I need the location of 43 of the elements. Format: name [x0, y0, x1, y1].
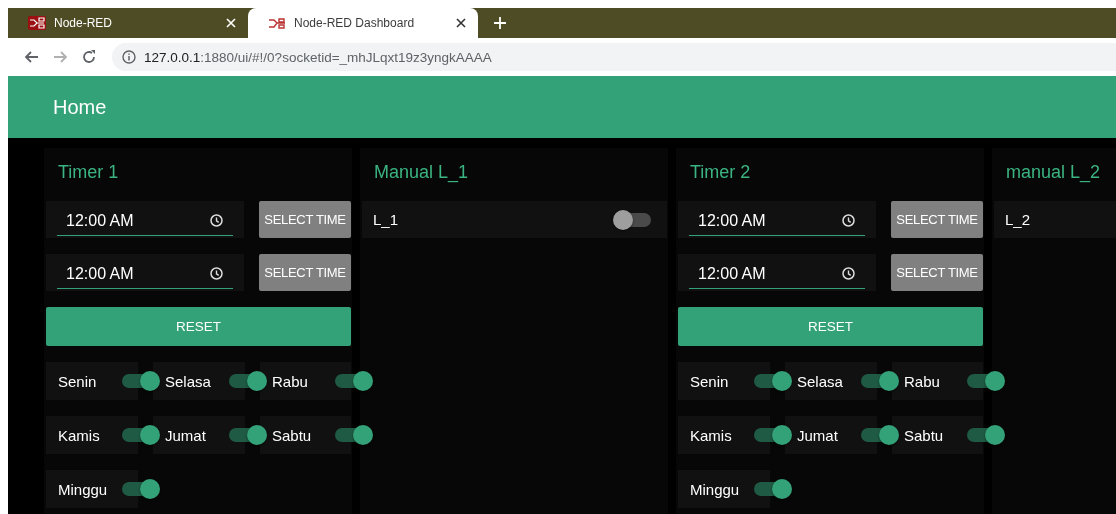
- group-title: Timer 1: [58, 161, 119, 183]
- clock-icon[interactable]: [210, 267, 223, 280]
- new-tab-icon[interactable]: [494, 17, 506, 29]
- clock-icon[interactable]: [842, 214, 855, 227]
- switch-label: L_1: [373, 211, 399, 228]
- switch-label: Minggu: [58, 480, 108, 498]
- browser-tab[interactable]: Node-RED: [8, 8, 248, 38]
- switch-label: L_2: [1005, 211, 1031, 228]
- switch-label: Jumat: [797, 426, 838, 444]
- clock-icon[interactable]: [842, 267, 855, 280]
- page-title: Home: [53, 95, 107, 119]
- switch-label: Sabtu: [904, 426, 944, 444]
- flow-icon: [268, 16, 286, 30]
- switch-label: Selasa: [165, 372, 211, 390]
- switch-label: Rabu: [904, 372, 940, 390]
- switch-label: Kamis: [690, 426, 732, 444]
- select-time-button[interactable]: SELECT TIME: [259, 254, 351, 291]
- switch-label: Senin: [690, 372, 729, 390]
- switch-label: Jumat: [165, 426, 206, 444]
- info-icon[interactable]: [122, 50, 136, 64]
- clock-icon[interactable]: [210, 214, 223, 227]
- back-icon[interactable]: [24, 50, 39, 64]
- reload-icon[interactable]: [82, 50, 96, 64]
- select-time-button[interactable]: SELECT TIME: [259, 201, 351, 238]
- flow-icon: [28, 16, 46, 30]
- address-field[interactable]: 127.0.0.1:1880/ui/#!/0?socketid=_mhJLqxt19z3yngkAAAA: [144, 49, 492, 65]
- time-field[interactable]: 12:00 AM: [689, 206, 865, 236]
- switch-label: Minggu: [690, 480, 740, 498]
- switch-label: Sabtu: [272, 426, 312, 444]
- time-field[interactable]: 12:00 AM: [57, 259, 233, 289]
- time-field[interactable]: 12:00 AM: [57, 206, 233, 236]
- group-title: Timer 2: [690, 161, 751, 183]
- switch-label: Kamis: [58, 426, 100, 444]
- time-field[interactable]: 12:00 AM: [689, 259, 865, 289]
- group-title: Manual L_1: [374, 161, 469, 183]
- browser-tab[interactable]: Node-RED Dashboard: [248, 8, 478, 38]
- select-time-button[interactable]: SELECT TIME: [891, 254, 983, 291]
- group-title: manual L_2: [1006, 161, 1101, 183]
- switch-label: Selasa: [797, 372, 843, 390]
- close-icon[interactable]: [456, 18, 466, 28]
- switch-label: Rabu: [272, 372, 308, 390]
- switch-label: Senin: [58, 372, 97, 390]
- select-time-button[interactable]: SELECT TIME: [891, 201, 983, 238]
